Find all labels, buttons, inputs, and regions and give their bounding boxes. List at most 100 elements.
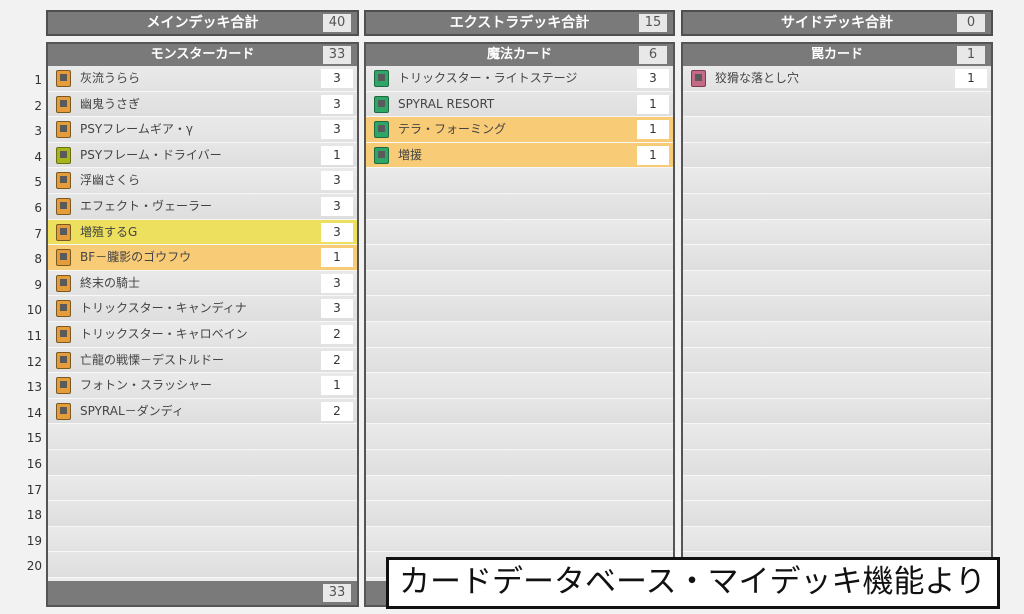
- card-type-icon: [56, 402, 71, 420]
- card-name[interactable]: PSYフレーム・ドライバー: [80, 143, 222, 168]
- empty-card-row: [683, 321, 991, 348]
- row-number: 20: [26, 559, 42, 574]
- empty-card-row: [366, 373, 673, 399]
- empty-card-row: [683, 193, 991, 220]
- card-quantity[interactable]: 1: [321, 376, 353, 396]
- card-row[interactable]: エフェクト・ヴェーラー 3: [48, 193, 357, 220]
- card-quantity[interactable]: 3: [321, 196, 353, 216]
- card-name[interactable]: 狡猾な落とし穴: [715, 66, 799, 91]
- card-quantity[interactable]: 3: [321, 273, 353, 293]
- card-type-icon: [56, 121, 71, 139]
- monster-card-header: モンスターカード 33: [48, 42, 357, 66]
- trap-card-count: 1: [957, 46, 985, 64]
- card-quantity[interactable]: 3: [321, 120, 353, 140]
- card-name[interactable]: SPYRAL－ダンディ: [80, 399, 184, 424]
- card-row[interactable]: 灰流うらら 3: [48, 66, 357, 92]
- card-quantity[interactable]: 1: [637, 120, 669, 140]
- row-number: 7: [34, 226, 42, 241]
- card-type-icon: [691, 70, 706, 87]
- card-row[interactable]: 幽鬼うさぎ 3: [48, 91, 357, 118]
- empty-card-row: [683, 296, 991, 322]
- card-quantity[interactable]: 3: [321, 171, 353, 191]
- card-type-icon: [56, 351, 71, 369]
- spell-card-section: 魔法カード 6 トリックスター・ライトステージ 3 SPYRAL RESORT 1 テラ…: [364, 42, 675, 607]
- card-row[interactable]: BF－朧影のゴウフウ 1: [48, 245, 357, 271]
- card-row[interactable]: フォトン・スラッシャー 1: [48, 373, 357, 399]
- empty-card-row: [366, 296, 673, 322]
- row-number: 12: [26, 354, 42, 369]
- row-number-column: 1 2 3 4 5 6 7 8 9 10 11 12 13 14 15 16 17 18 19 20: [0, 68, 44, 580]
- empty-card-row: [683, 219, 991, 246]
- empty-card-row: [366, 245, 673, 271]
- card-quantity[interactable]: 3: [321, 299, 353, 319]
- monster-card-footer-count: 33: [323, 584, 351, 602]
- empty-card-row: [366, 321, 673, 348]
- card-name[interactable]: BF－朧影のゴウフウ: [80, 245, 191, 270]
- row-number: 8: [34, 252, 42, 267]
- card-name[interactable]: 終末の騎士: [80, 271, 140, 296]
- main-deck-total-count: 40: [323, 14, 351, 32]
- empty-card-row: [366, 219, 673, 246]
- card-type-icon: [374, 70, 389, 87]
- card-row[interactable]: SPYRAL－ダンディ 2: [48, 398, 357, 425]
- card-type-icon: [56, 300, 71, 318]
- spell-card-list: トリックスター・ライトステージ 3 SPYRAL RESORT 1 テラ・フォーミング 1…: [366, 66, 673, 578]
- row-number: 16: [26, 456, 42, 471]
- card-row[interactable]: 亡龍の戦慄－デストルドー 2: [48, 347, 357, 374]
- card-row[interactable]: 浮幽さくら 3: [48, 168, 357, 194]
- card-name[interactable]: テラ・フォーミング: [398, 117, 506, 142]
- card-name[interactable]: フォトン・スラッシャー: [80, 373, 212, 398]
- card-name[interactable]: PSYフレームギア・γ: [80, 117, 193, 142]
- card-name[interactable]: エフェクト・ヴェーラー: [80, 194, 212, 219]
- card-name[interactable]: トリックスター・キャロベイン: [80, 322, 248, 347]
- card-row[interactable]: PSYフレームギア・γ 3: [48, 117, 357, 143]
- row-number: 4: [34, 149, 42, 164]
- row-number: 6: [34, 200, 42, 215]
- card-row[interactable]: トリックスター・キャロベイン 2: [48, 321, 357, 348]
- card-quantity[interactable]: 3: [321, 69, 353, 88]
- card-row[interactable]: トリックスター・キャンディナ 3: [48, 296, 357, 322]
- card-quantity[interactable]: 1: [637, 94, 669, 114]
- card-quantity[interactable]: 3: [637, 69, 669, 88]
- card-row[interactable]: PSYフレーム・ドライバー 1: [48, 142, 357, 169]
- card-row[interactable]: 狡猾な落とし穴 1: [683, 66, 991, 92]
- extra-deck-total-count: 15: [639, 14, 667, 32]
- extra-deck-total-bar: エクストラデッキ合計 15: [364, 10, 675, 36]
- main-deck-total-bar: メインデッキ合計 40: [46, 10, 359, 36]
- card-name[interactable]: トリックスター・ライトステージ: [398, 66, 577, 91]
- empty-card-row: [366, 193, 673, 220]
- row-number: 13: [26, 380, 42, 395]
- empty-card-row: [366, 347, 673, 374]
- card-name[interactable]: 増援: [398, 143, 422, 168]
- card-row[interactable]: 終末の騎士 3: [48, 270, 357, 297]
- card-quantity[interactable]: 1: [321, 248, 353, 268]
- main-deck-total-label: メインデッキ合計: [146, 15, 259, 31]
- card-name[interactable]: 浮幽さくら: [80, 168, 140, 193]
- row-number: 1: [34, 73, 42, 87]
- card-quantity[interactable]: 2: [321, 350, 353, 370]
- card-name[interactable]: 亡龍の戦慄－デストルドー: [80, 348, 224, 373]
- card-quantity[interactable]: 2: [321, 401, 353, 421]
- card-name[interactable]: 幽鬼うさぎ: [80, 92, 140, 117]
- card-quantity[interactable]: 1: [637, 145, 669, 165]
- card-row[interactable]: 増援 1: [366, 142, 673, 169]
- card-quantity[interactable]: 3: [321, 222, 353, 242]
- card-type-icon: [56, 197, 71, 215]
- card-quantity[interactable]: 3: [321, 94, 353, 114]
- card-name[interactable]: SPYRAL RESORT: [398, 92, 494, 117]
- card-name[interactable]: 増殖するG: [80, 220, 137, 245]
- card-quantity[interactable]: 2: [321, 324, 353, 344]
- empty-card-row: [366, 270, 673, 297]
- side-deck-total-label: サイドデッキ合計: [781, 15, 893, 31]
- card-name[interactable]: トリックスター・キャンディナ: [80, 296, 247, 321]
- card-quantity[interactable]: 1: [321, 145, 353, 165]
- card-row[interactable]: トリックスター・ライトステージ 3: [366, 66, 673, 92]
- card-row[interactable]: SPYRAL RESORT 1: [366, 91, 673, 118]
- empty-card-row: [683, 501, 991, 527]
- card-row[interactable]: 増殖するG 3: [48, 219, 357, 246]
- empty-card-row: [683, 142, 991, 169]
- card-quantity[interactable]: 1: [955, 69, 987, 88]
- card-name[interactable]: 灰流うらら: [80, 66, 140, 91]
- side-deck-total-count: 0: [957, 14, 985, 32]
- card-row[interactable]: テラ・フォーミング 1: [366, 117, 673, 143]
